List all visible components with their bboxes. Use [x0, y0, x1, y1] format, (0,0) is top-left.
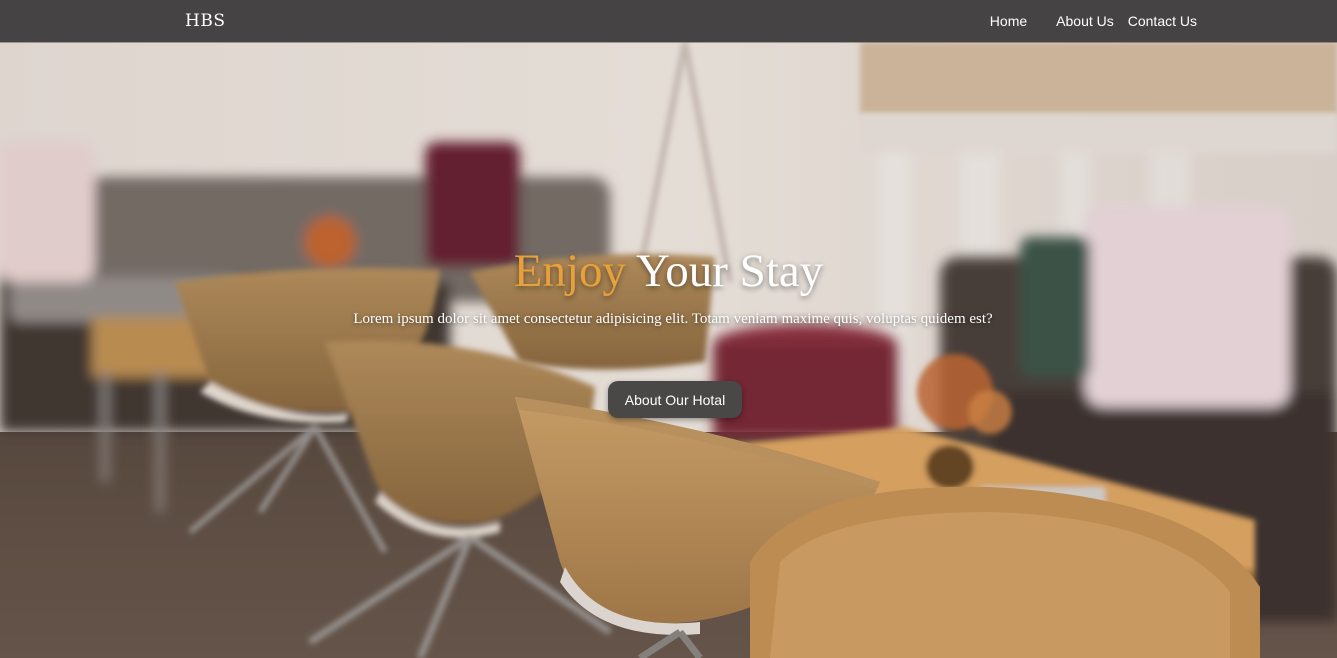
about-our-hotel-button[interactable]: About Our Hotal	[608, 381, 742, 418]
hero-title-accent: Enjoy	[513, 245, 627, 297]
nav-link-about-us[interactable]: About Us	[1056, 13, 1114, 29]
lounge-scene-image	[0, 42, 1337, 658]
hero-title: Enjoy Your Stay	[0, 244, 1337, 298]
hero-description: Lorem ipsum dolor sit amet consectetur a…	[353, 311, 993, 327]
nav-links: Home About Us Contact Us	[990, 13, 1197, 29]
nav-link-home[interactable]: Home	[990, 13, 1027, 29]
brand-logo[interactable]: HBS	[185, 11, 225, 31]
navbar: HBS Home About Us Contact Us	[0, 0, 1337, 42]
nav-link-contact-us[interactable]: Contact Us	[1128, 13, 1197, 29]
hero-background-photo	[0, 42, 1337, 658]
hero-title-rest: Your Stay	[636, 245, 824, 297]
